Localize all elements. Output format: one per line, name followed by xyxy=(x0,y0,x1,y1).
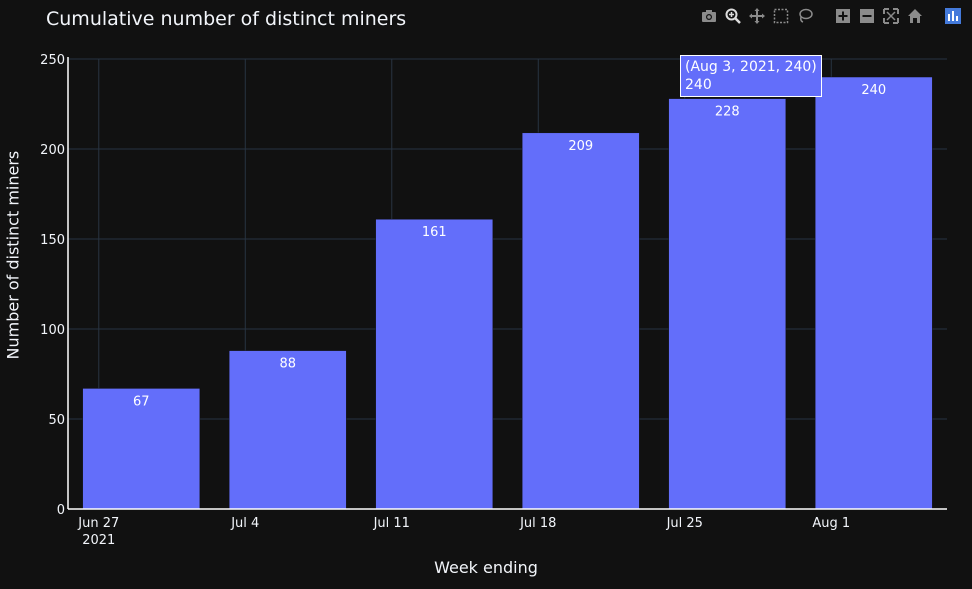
bar-data-label: 228 xyxy=(715,105,740,120)
plot-area[interactable]: 6788161209228240 050100150200250 Jun 272… xyxy=(0,0,972,589)
bar-data-label: 67 xyxy=(133,394,150,409)
y-axis-title: Number of distinct miners xyxy=(3,150,23,360)
bar[interactable] xyxy=(375,218,494,510)
x-tick-sublabel: 2021 xyxy=(82,533,115,548)
x-axis-ticks: Jun 27 2021 Jul 4 Jul 11 Jul 18 Jul 25 Aug 1 xyxy=(77,516,850,548)
x-tick-label: Jul 25 xyxy=(666,516,703,531)
x-tick-label: Jul 11 xyxy=(373,516,410,531)
bar[interactable] xyxy=(814,76,933,510)
bar-data-label: 209 xyxy=(568,139,593,154)
y-tick-label: 100 xyxy=(40,323,65,338)
y-tick-label: 250 xyxy=(40,53,65,68)
bar-data-label: 240 xyxy=(861,83,886,98)
y-axis-ticks: 0 50 100 150 200 250 xyxy=(40,53,65,518)
y-tick-label: 0 xyxy=(57,503,65,518)
x-axis-title: Week ending xyxy=(434,558,538,577)
x-tick-label: Jul 4 xyxy=(230,516,259,531)
bar-data-label: 161 xyxy=(422,225,447,240)
y-tick-label: 200 xyxy=(40,143,65,158)
y-tick-label: 150 xyxy=(40,233,65,248)
x-tick-label: Jun 27 xyxy=(77,516,119,531)
bars xyxy=(82,76,933,510)
bar[interactable] xyxy=(521,132,640,510)
hover-line-1: (Aug 3, 2021, 240) xyxy=(685,59,817,75)
y-tick-label: 50 xyxy=(48,413,65,428)
bar-data-label: 88 xyxy=(279,357,296,372)
x-tick-label: Jul 18 xyxy=(519,516,556,531)
hover-tooltip: (Aug 3, 2021, 240) 240 xyxy=(680,55,822,97)
x-tick-label: Aug 1 xyxy=(812,516,850,531)
bar[interactable] xyxy=(228,350,347,510)
hover-line-2: 240 xyxy=(685,77,712,93)
bar[interactable] xyxy=(668,98,787,510)
